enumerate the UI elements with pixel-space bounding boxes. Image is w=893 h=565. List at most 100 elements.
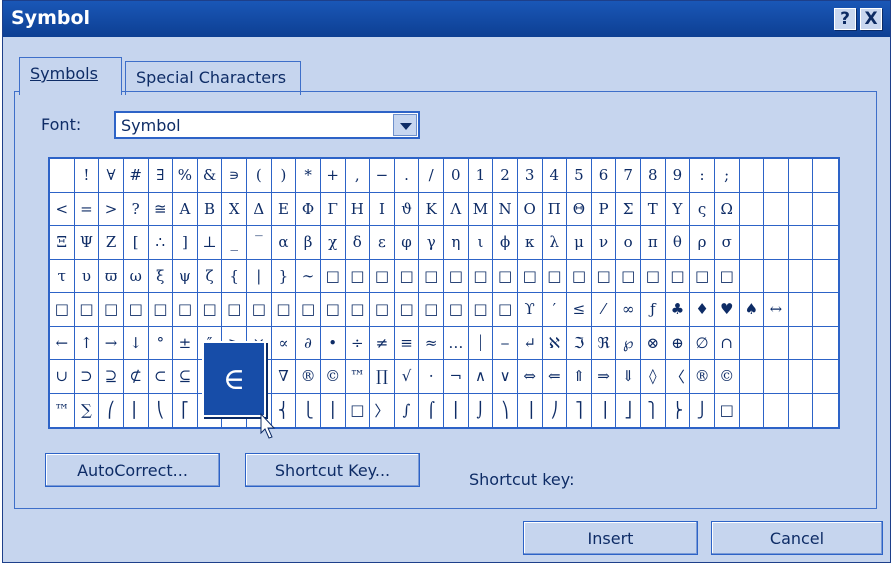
symbol-cell[interactable]: □ [542, 259, 568, 293]
symbol-cell[interactable]: ℜ [591, 326, 617, 360]
symbol-cell[interactable]: , [345, 159, 371, 193]
symbol-cell[interactable]: < [50, 192, 75, 226]
symbol-cell[interactable]: Θ [567, 192, 592, 226]
symbol-cell[interactable]: ≤ [567, 293, 592, 327]
symbol-cell[interactable]: □ [50, 293, 75, 327]
symbol-cell[interactable]: Γ [320, 192, 346, 226]
symbol-cell[interactable] [739, 326, 765, 360]
symbol-cell[interactable]: ϒ [517, 293, 543, 327]
symbol-cell[interactable]: … [444, 326, 469, 360]
symbol-cell[interactable]: ♠ [739, 293, 765, 327]
symbol-cell[interactable]: □ [99, 293, 124, 327]
symbol-cell[interactable]: □ [197, 293, 223, 327]
symbol-cell[interactable]: □ [247, 293, 272, 327]
symbol-cell[interactable]: ⊃ [74, 360, 100, 394]
symbol-cell[interactable]: □ [296, 293, 321, 327]
symbol-cell[interactable]: ⎦ [616, 393, 641, 427]
symbol-cell[interactable]: ⊂ [148, 360, 174, 394]
symbol-cell[interactable]: ∫ [395, 393, 420, 427]
symbol-cell[interactable]: ! [74, 159, 100, 193]
symbol-cell[interactable]: □ [715, 393, 740, 427]
symbol-cell[interactable]: { [222, 259, 247, 293]
symbol-cell[interactable]: ο [616, 226, 641, 260]
symbol-cell[interactable]: Χ [222, 192, 247, 226]
symbol-cell[interactable]: □ [271, 293, 297, 327]
symbol-cell[interactable]: ∨ [493, 360, 518, 394]
symbol-cell[interactable]: : [690, 159, 715, 193]
symbol-cell[interactable] [813, 226, 838, 260]
symbol-cell[interactable]: Α [173, 192, 198, 226]
symbol-cell[interactable] [764, 259, 789, 293]
symbol-cell[interactable]: □ [641, 259, 666, 293]
symbol-cell[interactable]: Λ [444, 192, 469, 226]
symbol-cell[interactable]: □ [222, 293, 247, 327]
chevron-down-icon[interactable] [393, 114, 417, 136]
symbol-cell[interactable]: ← [50, 326, 75, 360]
symbol-cell[interactable]: □ [591, 259, 617, 293]
symbol-cell[interactable]: • [320, 326, 346, 360]
symbol-cell[interactable] [813, 360, 838, 394]
symbol-cell[interactable]: 2 [493, 159, 518, 193]
symbol-cell[interactable] [788, 226, 814, 260]
symbol-cell[interactable]: □ [468, 293, 494, 327]
symbol-cell[interactable]: π [641, 226, 666, 260]
symbol-cell[interactable]: ° [148, 326, 174, 360]
symbol-cell[interactable]: Ζ [99, 226, 124, 260]
symbol-cell[interactable]: ⇔ [517, 360, 543, 394]
symbol-cell[interactable] [739, 259, 765, 293]
symbol-cell[interactable] [764, 159, 789, 193]
symbol-cell[interactable] [813, 327, 838, 360]
symbol-cell[interactable]: Φ [296, 192, 321, 226]
symbol-cell[interactable]: ↓ [123, 326, 149, 360]
symbol-cell[interactable]: □ [419, 259, 444, 293]
symbol-cell[interactable]: 5 [567, 159, 592, 193]
symbol-cell[interactable]: □ [714, 259, 740, 293]
tab-symbols[interactable]: Symbols [19, 57, 122, 95]
symbol-cell[interactable]: ⊥ [197, 226, 223, 260]
shortcut-key-button[interactable]: Shortcut Key... [245, 453, 420, 487]
symbol-cell[interactable]: → [99, 326, 124, 360]
symbol-cell[interactable] [788, 259, 814, 293]
symbol-cell[interactable]: ζ [197, 259, 223, 293]
symbol-cell[interactable]: ω [123, 259, 149, 293]
symbol-cell[interactable]: ς [690, 192, 715, 226]
symbol-cell[interactable]: ∝ [271, 326, 297, 360]
symbol-cell[interactable]: η [444, 226, 469, 260]
symbol-cell[interactable]: © [320, 360, 346, 394]
symbol-cell[interactable]: ∧ [468, 360, 494, 394]
symbol-cell[interactable]: 3 [517, 159, 543, 193]
symbol-cell[interactable]: ν [591, 226, 617, 260]
symbol-cell[interactable]: ′ [542, 293, 568, 327]
symbol-cell[interactable]: 6 [591, 159, 617, 193]
symbol-cell[interactable]: − [370, 159, 395, 193]
symbol-cell[interactable]: υ [74, 259, 100, 293]
symbol-cell[interactable]: √ [394, 360, 420, 394]
symbol-cell[interactable]: ϑ [394, 192, 420, 226]
symbol-cell[interactable]: Ε [271, 192, 297, 226]
symbol-cell[interactable]: ⇒ [591, 360, 617, 394]
symbol-cell[interactable]: ) [271, 159, 297, 193]
symbol-cell[interactable]: ( [247, 159, 272, 193]
symbol-cell[interactable]: ¬ [444, 360, 469, 394]
symbol-cell[interactable]: ƒ [641, 293, 666, 327]
symbol-cell[interactable]: ™ [345, 360, 371, 394]
symbol-cell[interactable]: ε [370, 226, 395, 260]
symbol-cell[interactable]: ⎞ [493, 393, 518, 427]
symbol-cell[interactable]: Π [542, 192, 568, 226]
symbol-cell[interactable]: ℘ [616, 326, 641, 360]
symbol-cell[interactable]: ∇ [271, 360, 297, 394]
symbol-cell[interactable]: ⎛ [99, 393, 124, 427]
symbol-cell[interactable]: □ [394, 293, 420, 327]
symbol-cell[interactable]: □ [148, 293, 174, 327]
symbol-cell[interactable]: # [123, 159, 149, 193]
tab-special-characters[interactable]: Special Characters [125, 61, 301, 95]
symbol-cell[interactable]: ϖ [99, 259, 124, 293]
symbol-cell[interactable]: □ [616, 259, 641, 293]
symbol-cell[interactable]: □ [419, 293, 444, 327]
symbol-cell[interactable]: □ [123, 293, 149, 327]
symbol-cell[interactable]: ⎤ [567, 393, 592, 427]
symbol-cell[interactable]: ∍ [222, 159, 247, 193]
symbol-cell[interactable]: ® [690, 360, 715, 394]
symbol-cell[interactable]: + [320, 159, 346, 193]
symbol-cell[interactable]: > [99, 192, 124, 226]
